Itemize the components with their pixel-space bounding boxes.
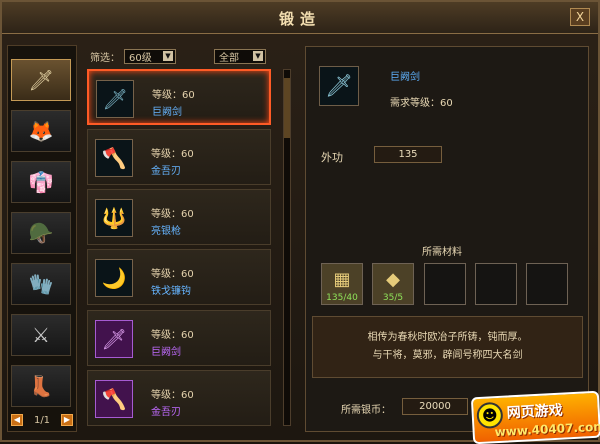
- boots-icon: 👢: [28, 374, 54, 398]
- blade-icon: 🪓: [95, 139, 133, 177]
- category-tab-belt[interactable]: ⚔: [11, 314, 71, 356]
- recipe-item[interactable]: 🗡 等级：60 巨阙剑: [87, 69, 271, 125]
- recipe-item[interactable]: 🔱 等级：60 亮银枪: [87, 189, 271, 245]
- type-filter-value: 全部: [219, 52, 239, 64]
- category-tab-bag[interactable]: 🦊: [11, 110, 71, 152]
- material-count: 135/40: [326, 293, 358, 303]
- sword-icon: 🗡: [96, 80, 134, 118]
- cost-label: 所需银币：: [341, 405, 391, 416]
- category-tab-armor[interactable]: 👘: [11, 161, 71, 203]
- title-bar: 锻造 X: [2, 2, 598, 34]
- recipe-list-scrollbar[interactable]: [283, 69, 291, 426]
- filter-bar: 筛选： 60级 ▼ 全部 ▼: [90, 48, 275, 64]
- material-icon: ◆: [386, 269, 400, 290]
- sword-icon: 🗡: [28, 68, 54, 92]
- material-icon: ▦: [333, 269, 351, 290]
- next-page-button[interactable]: ▶: [61, 414, 73, 426]
- item-level: 等级：60: [152, 90, 195, 101]
- recipe-item[interactable]: 🗡 等级：60 巨阙剑: [87, 310, 271, 366]
- armor-icon: 👘: [28, 170, 54, 194]
- close-button[interactable]: X: [570, 8, 590, 26]
- belt-icon: ⚔: [32, 323, 50, 347]
- forge-window: 锻造 X 🗡 🦊 👘 🪖 🧤 ⚔ 👢 ◀ 1/1 ▶ 筛选： 60级 ▼ 全部 …: [0, 0, 600, 444]
- material-count: 35/5: [382, 293, 404, 303]
- stat-value: 135: [374, 146, 442, 163]
- item-name: 巨阙剑: [152, 107, 182, 118]
- blade-icon: 🪓: [95, 380, 133, 418]
- item-level: 等级：60: [151, 149, 194, 160]
- material-slot-empty: [475, 263, 517, 305]
- stat-label: 外功: [321, 151, 343, 164]
- item-level: 等级：60: [151, 269, 194, 280]
- item-level: 等级：60: [151, 390, 194, 401]
- detail-panel: 🗡 巨阙剑 需求等级：60 外功 135 所需材料 ▦ 135/40 ◆ 35/…: [305, 46, 589, 432]
- description-line: 相传为春秋时欧冶子所铸，钝而厚。: [367, 332, 528, 343]
- gauntlet-icon: 🧤: [28, 272, 54, 296]
- material-slot[interactable]: ▦ 135/40: [321, 263, 363, 305]
- category-tab-sword[interactable]: 🗡: [11, 59, 71, 101]
- site-watermark: ☻ 网页游戏 www.40407.com: [470, 390, 600, 444]
- dropdown-arrow-icon: ▼: [253, 51, 263, 61]
- window-title: 锻造: [278, 10, 321, 28]
- item-description: 相传为春秋时欧冶子所铸，钝而厚。 与干将，莫邪，辟闾号称四大名剑: [312, 316, 583, 378]
- prev-page-button[interactable]: ◀: [11, 414, 23, 426]
- pagination: ◀ 1/1 ▶: [11, 412, 73, 428]
- category-tab-helmet[interactable]: 🪖: [11, 212, 71, 254]
- recipe-item[interactable]: 🪓 等级：60 金吾刃: [87, 370, 271, 426]
- materials-title: 所需材料: [422, 247, 462, 258]
- dropdown-arrow-icon: ▼: [163, 51, 173, 61]
- cost-value: 20000: [402, 398, 468, 415]
- watermark-title: 网页游戏: [506, 402, 564, 422]
- item-level: 等级：60: [151, 209, 194, 220]
- type-filter-select[interactable]: 全部 ▼: [214, 48, 266, 64]
- sword-icon: 🗡: [319, 66, 359, 106]
- recipe-item[interactable]: 🪓 等级：60 金吾刃: [87, 129, 271, 185]
- category-tab-boots[interactable]: 👢: [11, 365, 71, 407]
- helmet-icon: 🪖: [28, 221, 54, 245]
- material-slot[interactable]: ◆ 35/5: [372, 263, 414, 305]
- item-level: 等级：60: [151, 330, 194, 341]
- material-slot-empty: [424, 263, 466, 305]
- level-filter-select[interactable]: 60级 ▼: [124, 48, 176, 64]
- required-level: 需求等级：60: [390, 98, 453, 109]
- recipe-item[interactable]: 🌙 等级：60 铁戈镰钩: [87, 249, 271, 305]
- page-indicator: 1/1: [33, 414, 51, 426]
- item-name: 金吾刃: [151, 166, 181, 177]
- material-slot-empty: [526, 263, 568, 305]
- scrollbar-thumb[interactable]: [284, 78, 290, 138]
- sword-icon: 🗡: [95, 320, 133, 358]
- filter-label: 筛选：: [90, 52, 120, 64]
- item-name: 巨阙剑: [151, 347, 181, 358]
- level-filter-value: 60级: [129, 52, 152, 64]
- item-name: 亮银枪: [151, 226, 181, 237]
- bag-icon: 🦊: [28, 119, 54, 143]
- category-tab-gauntlet[interactable]: 🧤: [11, 263, 71, 305]
- selected-item-name: 巨阙剑: [390, 72, 420, 83]
- description-line: 与干将，莫邪，辟闾号称四大名剑: [372, 350, 523, 361]
- item-name: 铁戈镰钩: [151, 286, 191, 297]
- item-name: 金吾刃: [151, 407, 181, 418]
- spear-icon: 🔱: [95, 199, 133, 237]
- hook-icon: 🌙: [95, 259, 133, 297]
